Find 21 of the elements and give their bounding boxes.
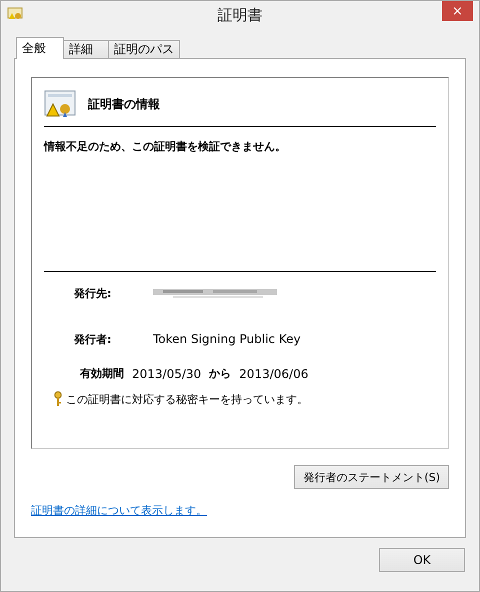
date-text: 2013/06/06 — [239, 366, 308, 380]
ok-button[interactable]: OK — [379, 548, 465, 572]
field-label: 発行者: — [74, 332, 112, 346]
validity-label: 有効期間 — [80, 366, 124, 381]
field-label: 発行先: — [74, 286, 112, 300]
tab[interactable]: 全般 — [16, 37, 64, 59]
window-title: 証明書 — [218, 6, 262, 25]
date-text: 2013/05/30 — [132, 366, 202, 380]
tab[interactable]: 詳細 — [63, 40, 109, 59]
status-message: 情報不足のため、この証明書を検証できません。 — [44, 139, 436, 272]
private-key-note: この証明書に対応する秘密キーを持っています。 — [66, 392, 308, 406]
range-word: から — [209, 366, 232, 381]
section-heading: 証明書の情報 — [88, 96, 160, 112]
issuer-statement-button[interactable]: 発行者のステートメント(S) — [294, 465, 449, 489]
key-icon — [54, 391, 62, 407]
field-value: Token Signing Public Key — [153, 332, 301, 346]
certificate-icon — [7, 7, 23, 21]
details-link[interactable]: 証明書の詳細について表示します。 — [31, 503, 207, 518]
certificate-warning-icon — [44, 90, 76, 118]
close-button[interactable]: × — [442, 1, 473, 21]
tab[interactable]: 証明のパス — [108, 40, 180, 59]
